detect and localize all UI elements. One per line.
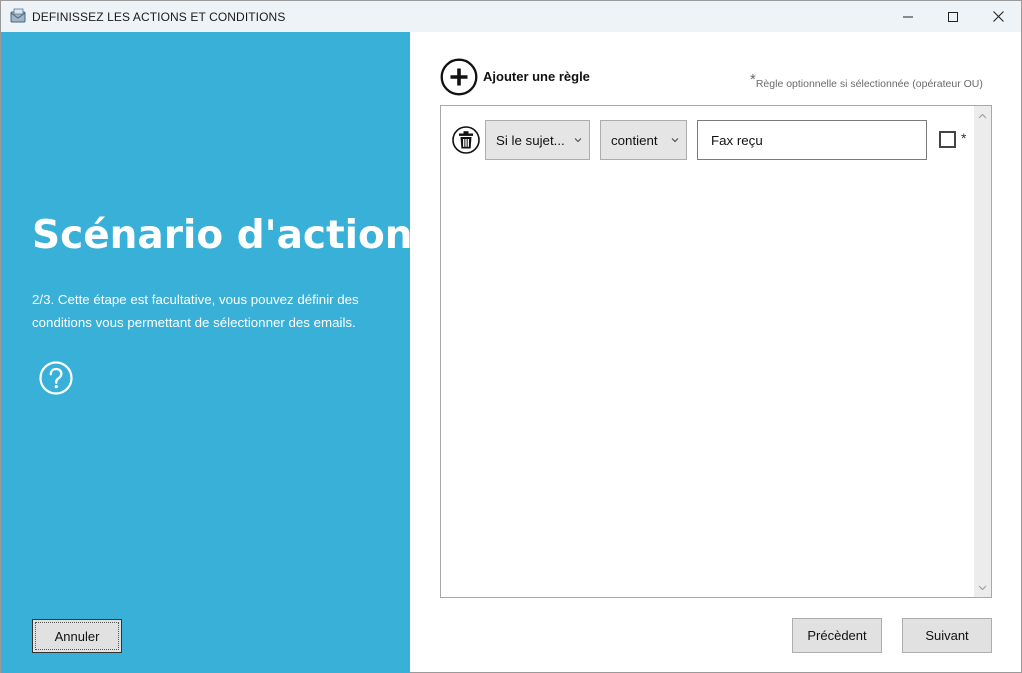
value-input-text: Fax reçu xyxy=(711,132,763,148)
field-select-value: Si le sujet... xyxy=(496,132,565,148)
value-input[interactable]: Fax reçu xyxy=(697,120,927,160)
cancel-button[interactable]: Annuler xyxy=(32,619,122,653)
optional-rule-note: *Règle optionnelle si sélectionnée (opér… xyxy=(750,71,983,91)
maximize-icon xyxy=(948,11,958,22)
window-title: DEFINISSEZ LES ACTIONS ET CONDITIONS xyxy=(32,10,286,24)
page-title: Scénario d'actions xyxy=(32,213,436,258)
optional-rule-star: * xyxy=(961,130,967,146)
question-circle-icon[interactable] xyxy=(39,361,73,395)
step-description: 2/3. Cette étape est facultative, vous p… xyxy=(32,292,359,330)
maximize-button[interactable] xyxy=(930,1,976,32)
field-select[interactable]: Si le sujet... xyxy=(485,120,590,160)
operator-select[interactable]: contient xyxy=(600,120,687,160)
add-rule-button[interactable]: Ajouter une règle xyxy=(440,58,590,96)
optional-note-text: Règle optionnelle si sélectionnée (opéra… xyxy=(755,78,983,90)
scroll-up-icon[interactable] xyxy=(978,112,987,121)
chevron-down-icon xyxy=(574,138,582,143)
close-button[interactable] xyxy=(975,1,1021,32)
operator-select-value: contient xyxy=(611,132,658,148)
previous-button[interactable]: Précèdent xyxy=(792,618,882,653)
app-icon xyxy=(10,8,26,23)
next-button[interactable]: Suivant xyxy=(902,618,992,653)
minimize-icon xyxy=(903,16,913,17)
left-panel: Scénario d'actions 2/3. Cette étape est … xyxy=(1,32,436,673)
optional-note-star: * xyxy=(750,71,756,88)
rules-list: Si le sujet... contient Fax reçu * xyxy=(440,105,992,598)
title-bar: DEFINISSEZ LES ACTIONS ET CONDITIONS xyxy=(1,1,1021,32)
minimize-button[interactable] xyxy=(885,1,931,32)
close-icon xyxy=(992,11,1004,22)
trash-icon[interactable] xyxy=(452,126,480,154)
chevron-down-icon xyxy=(671,138,679,143)
add-rule-label: Ajouter une règle xyxy=(483,68,590,84)
vertical-scrollbar[interactable] xyxy=(974,106,991,597)
optional-rule-checkbox[interactable] xyxy=(939,131,956,148)
dialog-window: DEFINISSEZ LES ACTIONS ET CONDITIONS Scé… xyxy=(0,0,1022,673)
plus-circle-icon xyxy=(440,58,478,96)
scroll-down-icon[interactable] xyxy=(978,583,987,592)
